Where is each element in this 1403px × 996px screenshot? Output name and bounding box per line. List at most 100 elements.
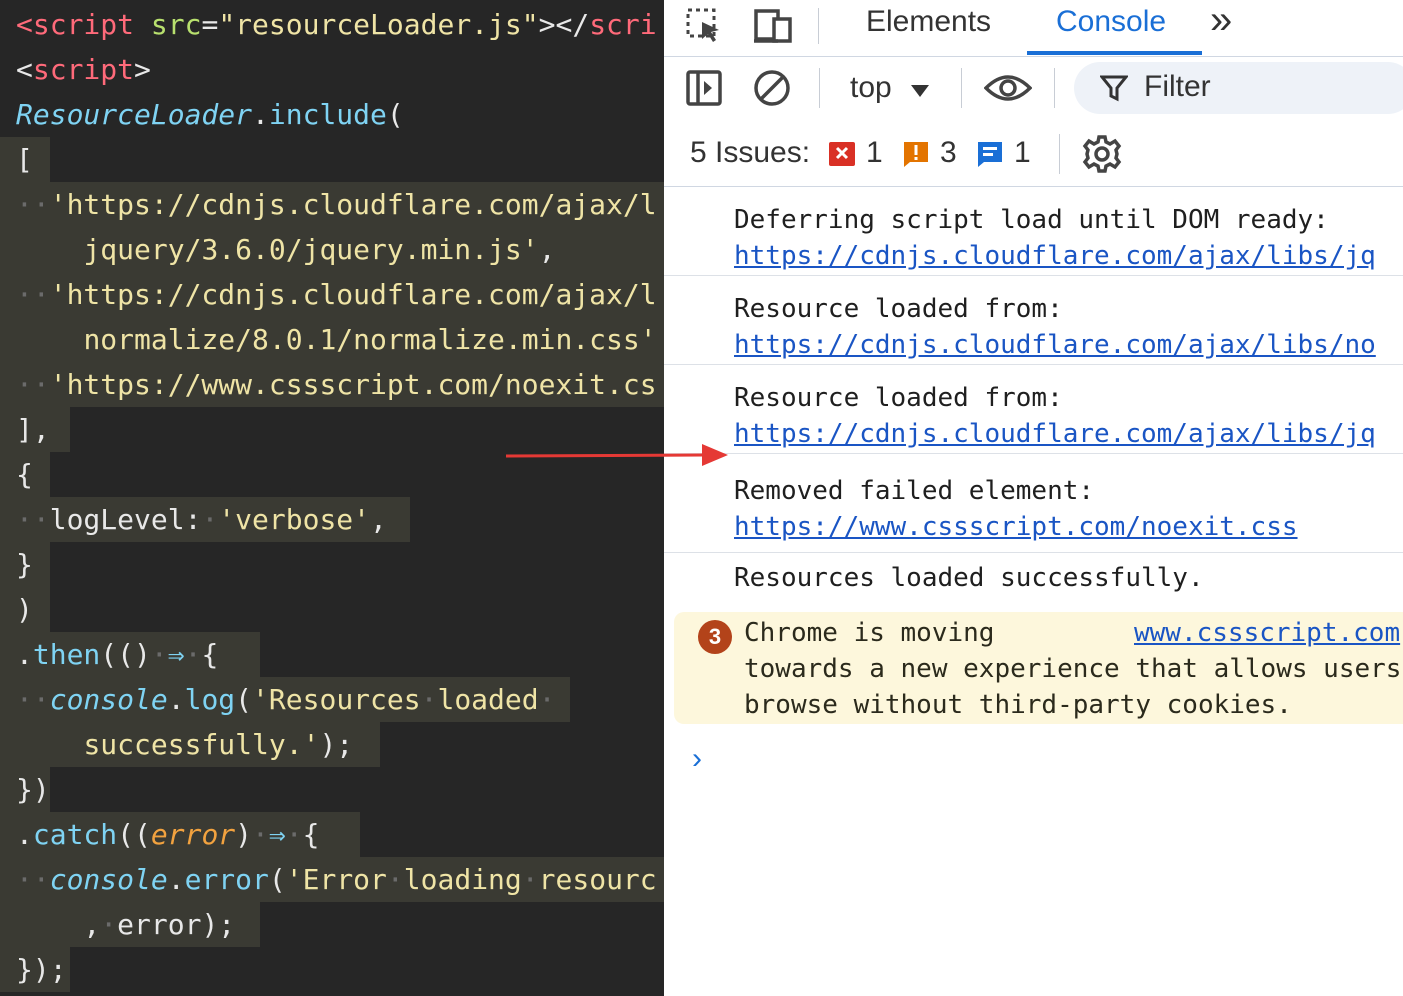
- code-token: {: [16, 458, 33, 491]
- code-line[interactable]: ··'https://www.cssscript.com/noexit.cs: [0, 362, 664, 407]
- code-token: resourc: [538, 863, 657, 896]
- code-line[interactable]: ],: [0, 407, 70, 452]
- console-message: Deferring script load until DOM ready: h…: [664, 187, 1403, 276]
- code-token: ·: [100, 908, 118, 941]
- tab-console[interactable]: Console: [1056, 0, 1166, 56]
- code-line[interactable]: successfully.');: [0, 722, 380, 767]
- code-token: loaded: [437, 683, 539, 716]
- code-line[interactable]: ,·error);: [0, 902, 260, 947]
- code-token: ·: [150, 638, 168, 671]
- code-token: ⇒: [167, 638, 185, 671]
- code-token: ··: [16, 188, 50, 221]
- device-toolbar-icon[interactable]: [752, 6, 796, 46]
- code-token: include: [268, 98, 387, 131]
- code-line[interactable]: [: [0, 137, 50, 182]
- code-token: ·: [420, 683, 438, 716]
- more-tabs-button[interactable]: »: [1210, 0, 1232, 56]
- code-line[interactable]: ··'https://cdnjs.cloudflare.com/ajax/l: [0, 272, 664, 317]
- code-token: ·: [386, 863, 404, 896]
- code-token: script: [32, 8, 135, 41]
- code-token: scri: [589, 8, 657, 41]
- message-link[interactable]: https://www.cssscript.com/noexit.css: [734, 512, 1298, 542]
- inspect-element-icon[interactable]: [684, 6, 724, 46]
- console-message: Resource loaded from: https://cdnjs.clou…: [664, 276, 1403, 365]
- message-text: Resources loaded successfully.: [734, 563, 1204, 593]
- console-message: Resources loaded successfully.: [664, 553, 1403, 609]
- message-text: Deferring script load until DOM ready:: [734, 205, 1329, 235]
- code-token: successfully.': [83, 728, 320, 761]
- code-token: <: [16, 8, 33, 41]
- code-token: then: [32, 638, 101, 671]
- code-line[interactable]: ··logLevel:·'verbose',: [0, 497, 410, 542]
- context-selector[interactable]: top: [850, 68, 930, 108]
- code-token: 'Error: [285, 863, 387, 896]
- code-line[interactable]: .catch((error)·⇒·{: [0, 812, 360, 857]
- code-token: ·: [521, 863, 539, 896]
- code-token: ··: [16, 863, 50, 896]
- code-token: script: [32, 53, 135, 86]
- code-line[interactable]: ResourceLoader.include(: [0, 92, 404, 137]
- code-token: .: [16, 638, 33, 671]
- message-text: Removed failed element:: [734, 476, 1095, 506]
- code-token: .: [16, 818, 33, 851]
- code-token: ·: [184, 638, 202, 671]
- issues-bar[interactable]: 5 Issues: 1 3 1: [664, 120, 1403, 187]
- code-token: ·: [252, 818, 269, 851]
- code-token: 'https://www.cssscript.com/noexit.cs: [49, 368, 657, 401]
- code-line[interactable]: });: [0, 947, 70, 992]
- warning-line-2: towards a new experience that allows use…: [744, 654, 1402, 684]
- code-token: (: [386, 98, 404, 131]
- code-token: logLevel:: [49, 503, 202, 536]
- error-icon: [828, 140, 856, 176]
- code-line[interactable]: normalize/8.0.1/normalize.min.css': [0, 317, 664, 362]
- code-token: <: [16, 53, 33, 86]
- filter-icon: [1098, 74, 1130, 107]
- code-line[interactable]: {: [0, 452, 50, 497]
- code-line[interactable]: <script>: [0, 47, 151, 92]
- warning-link[interactable]: www.cssscript.com: [1134, 618, 1400, 648]
- code-token: loading: [403, 863, 522, 896]
- message-text: Resource loaded from:: [734, 294, 1063, 324]
- message-link[interactable]: https://cdnjs.cloudflare.com/ajax/libs/j…: [734, 419, 1376, 449]
- code-line[interactable]: }): [0, 767, 50, 812]
- code-token: ,: [16, 908, 101, 941]
- code-token: ··: [16, 503, 50, 536]
- console-prompt-icon[interactable]: ›: [692, 742, 702, 776]
- active-tab-indicator: [1027, 51, 1202, 55]
- console-message: Removed failed element: https://www.csss…: [664, 454, 1403, 553]
- clear-console-icon[interactable]: [752, 68, 792, 108]
- code-line[interactable]: ··console.log('Resources·loaded·: [0, 677, 570, 722]
- code-token: ·: [285, 818, 303, 851]
- warning-count: 3: [940, 136, 957, 169]
- issues-label: 5 Issues:: [690, 136, 811, 169]
- code-token: error: [184, 863, 269, 896]
- code-line[interactable]: ··'https://cdnjs.cloudflare.com/ajax/l: [0, 182, 664, 227]
- info-icon: [976, 140, 1004, 176]
- live-expression-eye-icon[interactable]: [984, 68, 1032, 108]
- code-line[interactable]: ): [0, 587, 50, 632]
- code-line[interactable]: ··console.error('Error·loading·resourc: [0, 857, 664, 902]
- code-editor[interactable]: <script src="resourceLoader.js"></scri <s…: [0, 0, 664, 996]
- code-token: (: [235, 683, 253, 716]
- code-token: jquery/3.6.0/jquery.min.js': [83, 233, 539, 266]
- gear-icon[interactable]: [1082, 134, 1122, 182]
- code-token: ·: [538, 683, 556, 716]
- code-line[interactable]: <script src="resourceLoader.js"></scri: [0, 2, 657, 47]
- code-token: ResourceLoader: [16, 98, 253, 131]
- code-line[interactable]: jquery/3.6.0/jquery.min.js',: [0, 227, 664, 272]
- sidebar-toggle-icon[interactable]: [684, 68, 724, 108]
- code-token: .: [167, 863, 185, 896]
- warning-line-1: Chrome is moving: [744, 618, 995, 648]
- message-link[interactable]: https://cdnjs.cloudflare.com/ajax/libs/n…: [734, 330, 1376, 360]
- code-line[interactable]: }: [0, 542, 50, 587]
- code-line[interactable]: .then(()·⇒·{: [0, 632, 260, 677]
- filter-input[interactable]: Filter: [1074, 62, 1403, 114]
- code-token: ((: [117, 818, 151, 851]
- message-text: Resource loaded from:: [734, 383, 1063, 413]
- message-link[interactable]: https://cdnjs.cloudflare.com/ajax/libs/j…: [734, 241, 1376, 271]
- code-token: ): [16, 593, 33, 626]
- tab-elements[interactable]: Elements: [866, 0, 991, 56]
